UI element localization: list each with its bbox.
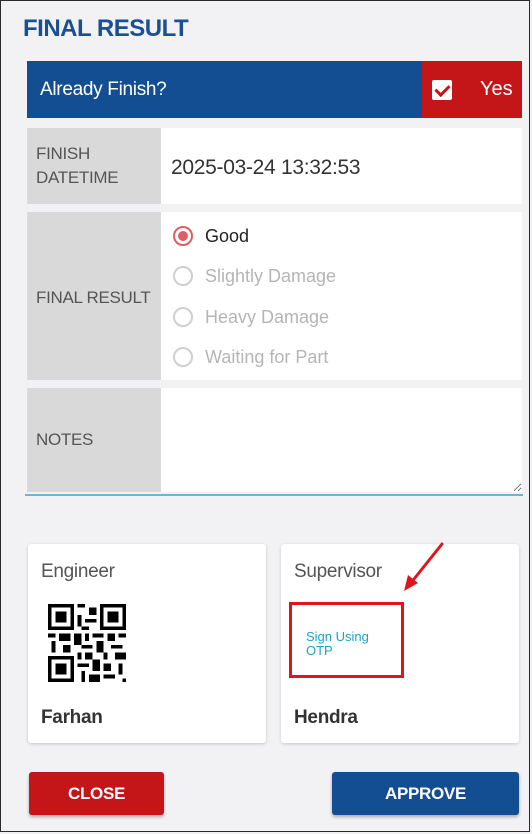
final-result-row: FINAL RESULT Good Slightly Damage Heavy … xyxy=(27,212,522,380)
sign-using-otp-link[interactable]: Sign Using OTP xyxy=(306,630,386,658)
already-finish-label: Already Finish? xyxy=(40,79,167,100)
yes-label: Yes xyxy=(480,78,513,100)
notes-label: NOTES xyxy=(27,388,161,492)
qr-code-icon xyxy=(48,604,126,682)
final-result-label: FINAL RESULT xyxy=(27,212,161,380)
supervisor-role-label: Supervisor xyxy=(294,561,382,582)
already-finish-bar: Already Finish? Yes xyxy=(27,61,522,118)
final-result-dialog: FINAL RESULT Already Finish? Yes FINISH … xyxy=(0,0,530,832)
finish-datetime-value: 2025-03-24 13:32:53 xyxy=(171,156,361,179)
already-finish-checkbox[interactable]: Yes xyxy=(422,61,522,118)
supervisor-signature-card: Supervisor Sign Using OTP Hendra xyxy=(281,544,519,743)
supervisor-name: Hendra xyxy=(294,707,358,728)
engineer-name: Farhan xyxy=(41,707,103,728)
radio-selected-icon xyxy=(173,226,193,246)
engineer-role-label: Engineer xyxy=(41,561,115,582)
finish-datetime-row: FINISH DATETIME 2025-03-24 13:32:53 xyxy=(27,128,522,204)
divider xyxy=(25,494,523,496)
page-title: FINAL RESULT xyxy=(23,15,189,42)
radio-unselected-icon xyxy=(173,266,193,286)
radio-unselected-icon xyxy=(173,307,193,327)
notes-row: NOTES xyxy=(27,388,522,492)
engineer-signature-card: Engineer Farhan xyxy=(28,544,266,743)
approve-button[interactable]: APPROVE xyxy=(332,772,519,815)
finish-datetime-label: FINISH DATETIME xyxy=(27,128,161,204)
notes-input[interactable] xyxy=(161,388,522,492)
radio-unselected-icon xyxy=(173,347,193,367)
otp-highlight-box: Sign Using OTP xyxy=(289,602,404,678)
red-arrow-annotation-icon xyxy=(404,542,444,591)
close-button[interactable]: CLOSE xyxy=(29,772,164,815)
checkmark-icon xyxy=(432,80,452,100)
